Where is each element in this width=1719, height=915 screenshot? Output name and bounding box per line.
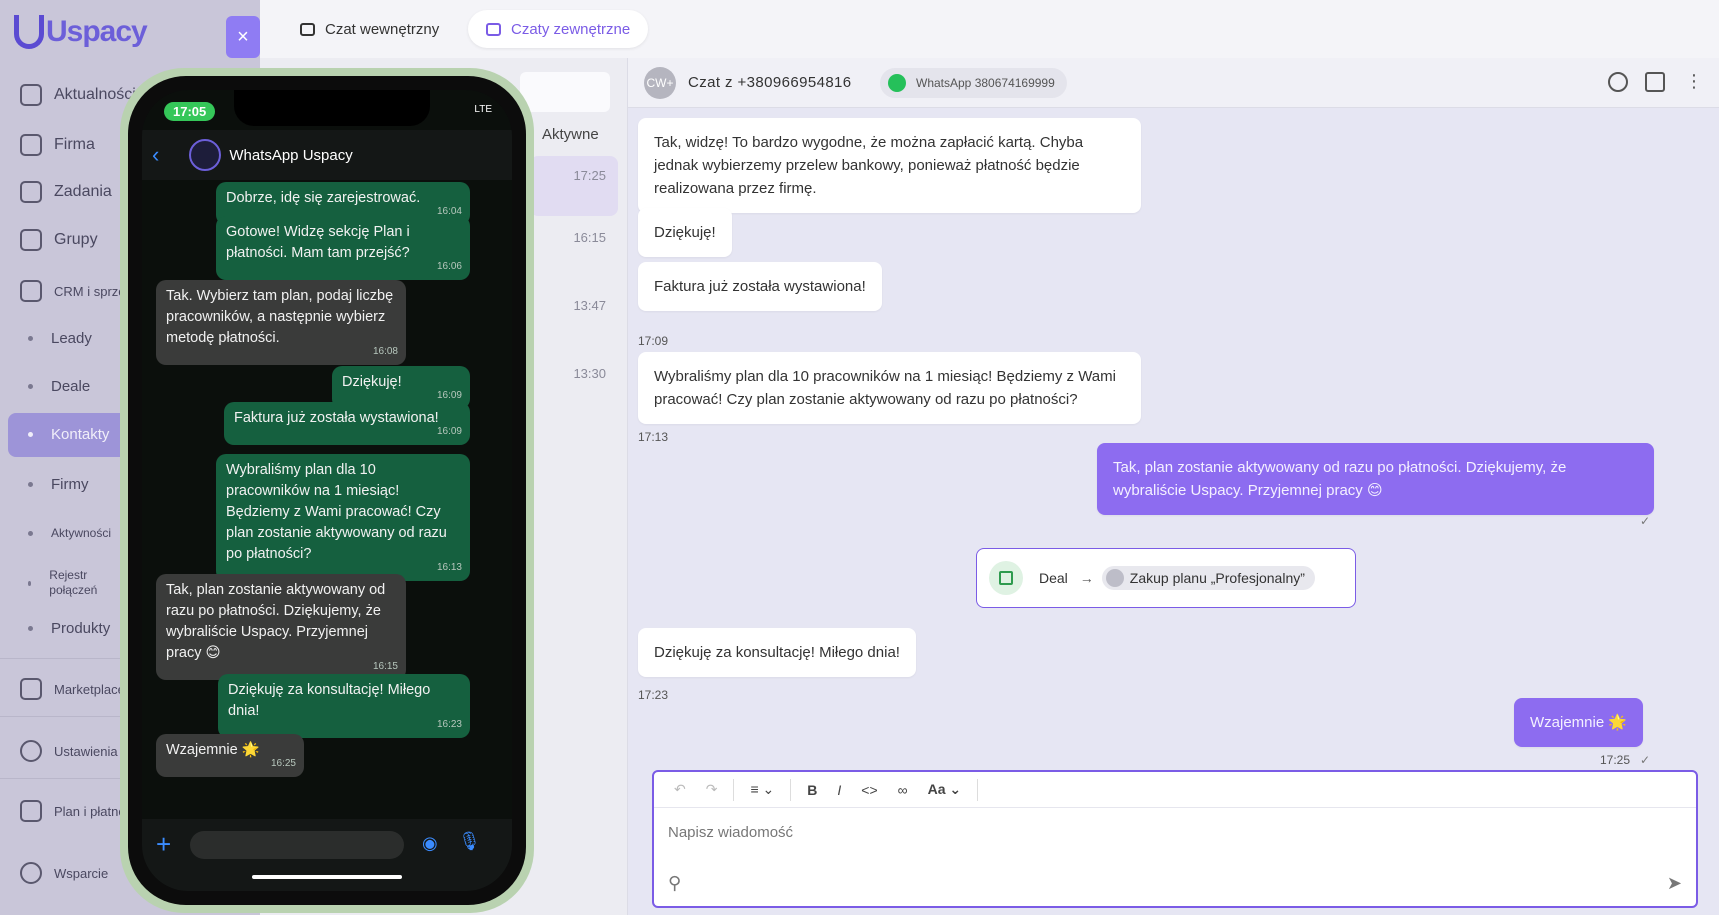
plus-icon[interactable]: +	[156, 829, 171, 860]
message-incoming: Dziękuję!	[638, 208, 732, 257]
italic-button[interactable]: I	[837, 782, 841, 798]
composer-toolbar: ↶ ↷ ≡ ⌄ B I <> ∞ Aa ⌄	[654, 772, 1696, 808]
whatsapp-contact-name: WhatsApp Uspacy	[229, 146, 353, 164]
sidebar-item-marketplace[interactable]: Marketplace	[20, 678, 125, 700]
camera-icon[interactable]: ◉	[422, 833, 438, 854]
marketplace-icon	[20, 678, 42, 700]
undo-icon[interactable]: ↶	[674, 781, 686, 798]
chat-icon	[300, 22, 315, 36]
sidebar-item-activities[interactable]: Aktywności	[28, 526, 111, 540]
align-icon[interactable]: ≡ ⌄	[750, 781, 774, 798]
send-icon[interactable]: ➤	[1667, 873, 1682, 894]
crm-icon	[20, 280, 42, 302]
message-incoming: Tak, widzę! To bardzo wygodne, że można …	[638, 118, 1141, 213]
message-outgoing: Wzajemnie 🌟	[1514, 698, 1644, 747]
gear-icon	[20, 740, 42, 762]
phone-message-outgoing: Wybraliśmy plan dla 10 pracowników na 1 …	[216, 454, 470, 581]
deal-icon	[989, 561, 1023, 595]
check-circle-icon[interactable]	[1608, 72, 1628, 92]
chat-header: CW+ Czat z +380966954816 WhatsApp 380674…	[628, 58, 1719, 108]
microphone-icon[interactable]: 🎙	[458, 831, 481, 852]
message-outgoing: Tak, plan zostanie aktywowany od razu po…	[1097, 443, 1654, 515]
whatsapp-channel-badge[interactable]: WhatsApp 380674169999	[880, 68, 1067, 98]
message-time: 17:09	[638, 334, 669, 348]
phone-message-incoming: Wzajemnie 🌟 16:25	[156, 734, 304, 777]
deal-link[interactable]: Zakup planu „Profesjonalny”	[1101, 566, 1315, 590]
sidebar-item-settings[interactable]: Ustawienia	[20, 740, 118, 762]
phone-message-outgoing: Gotowe! Widzę sekcję Plan i płatności. M…	[216, 216, 470, 280]
phone-network: LTE	[474, 104, 492, 115]
logo-mark-icon	[14, 15, 44, 49]
chat-title: Czat z +380966954816	[688, 74, 852, 91]
chat-list-item[interactable]: 17:25	[530, 156, 618, 216]
sidebar-item-support[interactable]: Wsparcie	[20, 862, 108, 884]
phone-screen: 17:05 LTE ‹ WhatsApp Uspacy Dobrze, idę …	[142, 90, 512, 891]
deal-card[interactable]: Deal → Zakup planu „Profesjonalny”	[976, 548, 1356, 608]
tab-external-chats[interactable]: Czaty zewnętrzne	[468, 10, 649, 48]
filter-active[interactable]: Aktywne	[542, 126, 599, 143]
phone-message-incoming: Tak. Wybierz tam plan, podaj liczbę prac…	[156, 280, 406, 365]
message-time: 17:25	[1600, 753, 1631, 767]
home-icon	[20, 84, 42, 106]
logo-text: Uspacy	[46, 15, 148, 48]
whatsapp-icon	[888, 74, 906, 92]
chats-icon	[486, 22, 501, 36]
user-icon	[1105, 569, 1124, 587]
avatar	[189, 139, 222, 171]
link-icon[interactable]: ∞	[898, 782, 908, 798]
message-input[interactable]: Napisz wiadomość	[668, 824, 793, 841]
help-icon	[20, 862, 42, 884]
read-check-icon: ✓	[1640, 514, 1651, 528]
arrow-right-icon: →	[1079, 570, 1094, 586]
attach-icon[interactable]: ⚲	[668, 873, 681, 894]
back-icon[interactable]: ‹	[152, 142, 159, 168]
phone-status-time: 17:05	[164, 102, 216, 121]
message-time: 17:13	[638, 430, 669, 444]
read-check-icon: ✓	[1640, 753, 1651, 767]
phone-mockup: 17:05 LTE ‹ WhatsApp Uspacy Dobrze, idę …	[120, 68, 534, 913]
uspacy-logo[interactable]: Uspacy	[14, 12, 148, 52]
phone-message-incoming: Tak, plan zostanie aktywowany od razu po…	[156, 574, 406, 680]
close-panel-button[interactable]: ×	[226, 16, 260, 58]
whatsapp-message-input[interactable]	[190, 831, 404, 859]
sidebar-item-groups[interactable]: Grupy	[20, 229, 98, 251]
message-composer[interactable]: ↶ ↷ ≡ ⌄ B I <> ∞ Aa ⌄ Napisz wiadomość ⚲…	[652, 770, 1698, 908]
phone-message-outgoing: Dziękuję za konsultację! Miłego dnia! 16:…	[218, 674, 470, 738]
whatsapp-input-bar: + ◉ 🎙	[142, 819, 512, 891]
sidebar-item-contacts[interactable]: Kontakty	[28, 426, 109, 443]
sidebar-item-products[interactable]: Produkty	[28, 620, 110, 637]
avatar: CW+	[644, 67, 676, 99]
code-icon[interactable]: <>	[861, 782, 877, 798]
sidebar-item-company[interactable]: Firma	[20, 134, 95, 156]
redo-icon[interactable]: ↷	[706, 781, 718, 798]
building-icon	[20, 134, 42, 156]
chat-panel: CW+ Czat z +380966954816 WhatsApp 380674…	[628, 58, 1719, 915]
sidebar-item-tasks[interactable]: Zadania	[20, 181, 112, 203]
bold-button[interactable]: B	[807, 782, 817, 798]
chat-list-item[interactable]: 16:15	[530, 218, 618, 278]
message-incoming: Wybraliśmy plan dla 10 pracowników na 1 …	[638, 352, 1141, 424]
phone-message-outgoing: Faktura już została wystawiona! 16:09	[224, 402, 470, 445]
calendar-icon	[20, 181, 42, 203]
sidebar-item-companies[interactable]: Firmy	[28, 476, 89, 493]
top-tabs-bar: Czat wewnętrzny Czaty zewnętrzne	[260, 0, 1719, 58]
sidebar-item-news[interactable]: Aktualności	[20, 84, 136, 106]
chat-list-item[interactable]: 13:47	[530, 286, 618, 346]
users-icon	[20, 229, 42, 251]
message-incoming: Faktura już została wystawiona!	[638, 262, 882, 311]
sidebar-item-deals[interactable]: Deale	[28, 378, 90, 395]
sidebar-item-leads[interactable]: Leady	[28, 330, 92, 347]
message-incoming: Dziękuję za konsultację! Miłego dnia!	[638, 628, 916, 677]
font-size-button[interactable]: Aa ⌄	[928, 781, 962, 798]
chat-search-input[interactable]	[520, 72, 610, 112]
home-indicator	[252, 875, 402, 879]
more-icon[interactable]: ⋮	[1684, 72, 1704, 92]
tab-internal-chat[interactable]: Czat wewnętrzny	[282, 10, 458, 48]
whatsapp-header: ‹ WhatsApp Uspacy	[142, 130, 512, 180]
chat-list-item[interactable]: 13:30	[530, 354, 618, 414]
layers-icon[interactable]	[1645, 72, 1665, 92]
wallet-icon	[20, 800, 42, 822]
sidebar-item-call-log[interactable]: Rejestr połączeń	[28, 568, 108, 598]
message-time: 17:23	[638, 688, 669, 702]
